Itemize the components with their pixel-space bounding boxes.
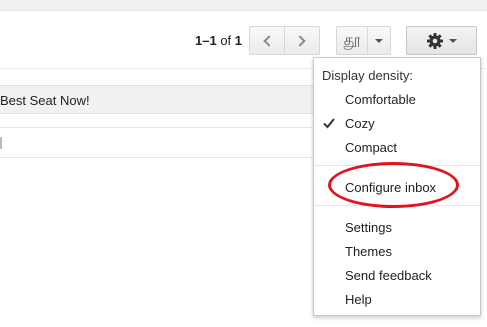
menu-separator — [315, 165, 480, 166]
top-strip — [0, 0, 487, 11]
menu-item-send-feedback[interactable]: Send feedback — [315, 264, 480, 288]
newer-button[interactable] — [249, 26, 285, 55]
menu-item-themes-label: Themes — [345, 244, 392, 259]
subject-row[interactable]: Best Seat Now! — [0, 85, 320, 114]
subject-text: Best Seat Now! — [0, 93, 90, 108]
gear-icon — [426, 32, 443, 49]
message-row[interactable] — [0, 127, 320, 158]
density-compact-label: Compact — [345, 140, 398, 155]
input-tools-icon: தூ — [343, 30, 361, 49]
menu-item-themes[interactable]: Themes — [315, 240, 480, 264]
configure-inbox-label: Configure inbox — [345, 180, 437, 195]
menu-separator — [315, 205, 480, 206]
row-edge-mark — [0, 137, 2, 149]
pager-of: of — [220, 33, 232, 48]
density-header: Display density: — [322, 68, 414, 83]
density-cozy[interactable]: Cozy — [315, 112, 480, 136]
chevron-down-icon — [448, 38, 457, 43]
older-button[interactable] — [284, 26, 320, 55]
chevron-right-icon — [294, 34, 306, 47]
density-cozy-label: Cozy — [345, 116, 375, 131]
menu-item-settings[interactable]: Settings — [315, 216, 480, 240]
checkmark-icon — [323, 118, 335, 129]
menu-item-send-feedback-label: Send feedback — [345, 268, 432, 283]
chevron-left-icon — [263, 34, 275, 47]
configure-inbox-item[interactable]: Configure inbox — [315, 176, 480, 200]
menu-item-help-label: Help — [345, 292, 372, 307]
density-comfortable-label: Comfortable — [345, 92, 416, 107]
menu-item-settings-label: Settings — [345, 220, 392, 235]
input-tools-button[interactable]: தூ — [336, 26, 368, 55]
chevron-down-icon — [375, 38, 383, 43]
density-comfortable[interactable]: Comfortable — [315, 88, 480, 112]
pager-total: 1 — [234, 33, 243, 48]
input-tools-dropdown[interactable] — [367, 26, 391, 55]
density-compact[interactable]: Compact — [315, 136, 480, 160]
settings-menu: Display density: Comfortable Cozy Compac… — [313, 57, 481, 316]
menu-item-help[interactable]: Help — [315, 288, 480, 312]
settings-button[interactable] — [406, 26, 477, 55]
pager-range: 1–1 — [195, 33, 217, 48]
pager-text: 1–1 of 1 — [195, 33, 242, 48]
